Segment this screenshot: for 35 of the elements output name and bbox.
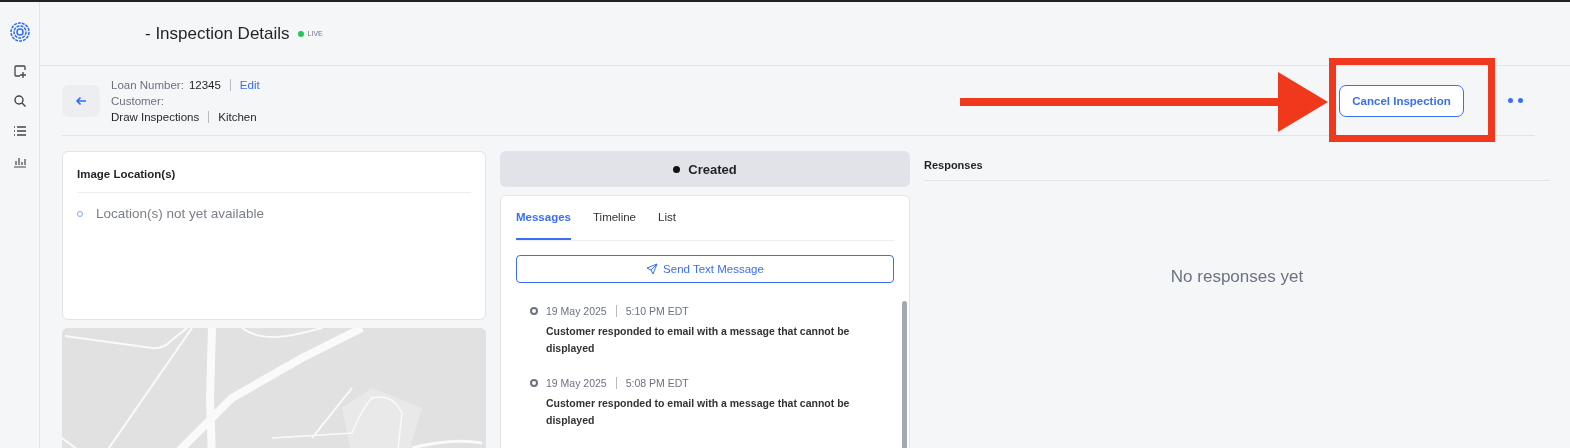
send-icon [646, 263, 659, 275]
add-icon[interactable] [12, 64, 27, 78]
tab[interactable]: Timeline [593, 196, 636, 240]
timeline-dot [530, 379, 538, 387]
edit-link[interactable]: Edit [239, 76, 260, 93]
status-dot [673, 165, 681, 173]
more-icon[interactable] [1508, 98, 1523, 103]
message-time: 5:10 PM EDT [625, 305, 689, 317]
empty-message: No responses yet [1170, 267, 1304, 286]
page-title: - Inspection Details [145, 23, 290, 44]
list-icon[interactable] [12, 124, 27, 138]
responses-title: Responses [924, 159, 983, 171]
message-text: Customer responded to email with a message that cannot be displayed [546, 324, 851, 356]
tab[interactable]: Messages [516, 196, 571, 240]
empty-message: Location(s) not yet available [96, 206, 265, 221]
inspection-type: Draw Inspections [111, 109, 200, 125]
message-time: 5:08 PM EDT [625, 377, 689, 389]
loan-label: Loan Number: [111, 77, 184, 93]
back-arrow-icon [75, 95, 87, 106]
card-title: Image Location(s) [77, 168, 176, 180]
tab[interactable]: List [658, 196, 676, 240]
send-text-message-button[interactable]: Send Text Message [516, 255, 894, 283]
message-date: 19 May 2025 [546, 305, 607, 317]
logo-icon[interactable] [9, 22, 30, 42]
customer-label: Customer: [111, 93, 165, 109]
search-icon[interactable] [12, 94, 27, 108]
cancel-inspection-button[interactable]: Cancel Inspection [1339, 84, 1464, 117]
live-dot [297, 30, 304, 37]
loan-number: 12345 [188, 77, 221, 93]
back-button[interactable] [62, 84, 100, 117]
timeline-dot [530, 307, 538, 315]
message-text: Customer responded to email with a message that cannot be displayed [546, 396, 851, 428]
status-label: Created [688, 161, 737, 177]
message-date: 19 May 2025 [546, 377, 607, 389]
room-name: Kitchen [218, 109, 257, 125]
